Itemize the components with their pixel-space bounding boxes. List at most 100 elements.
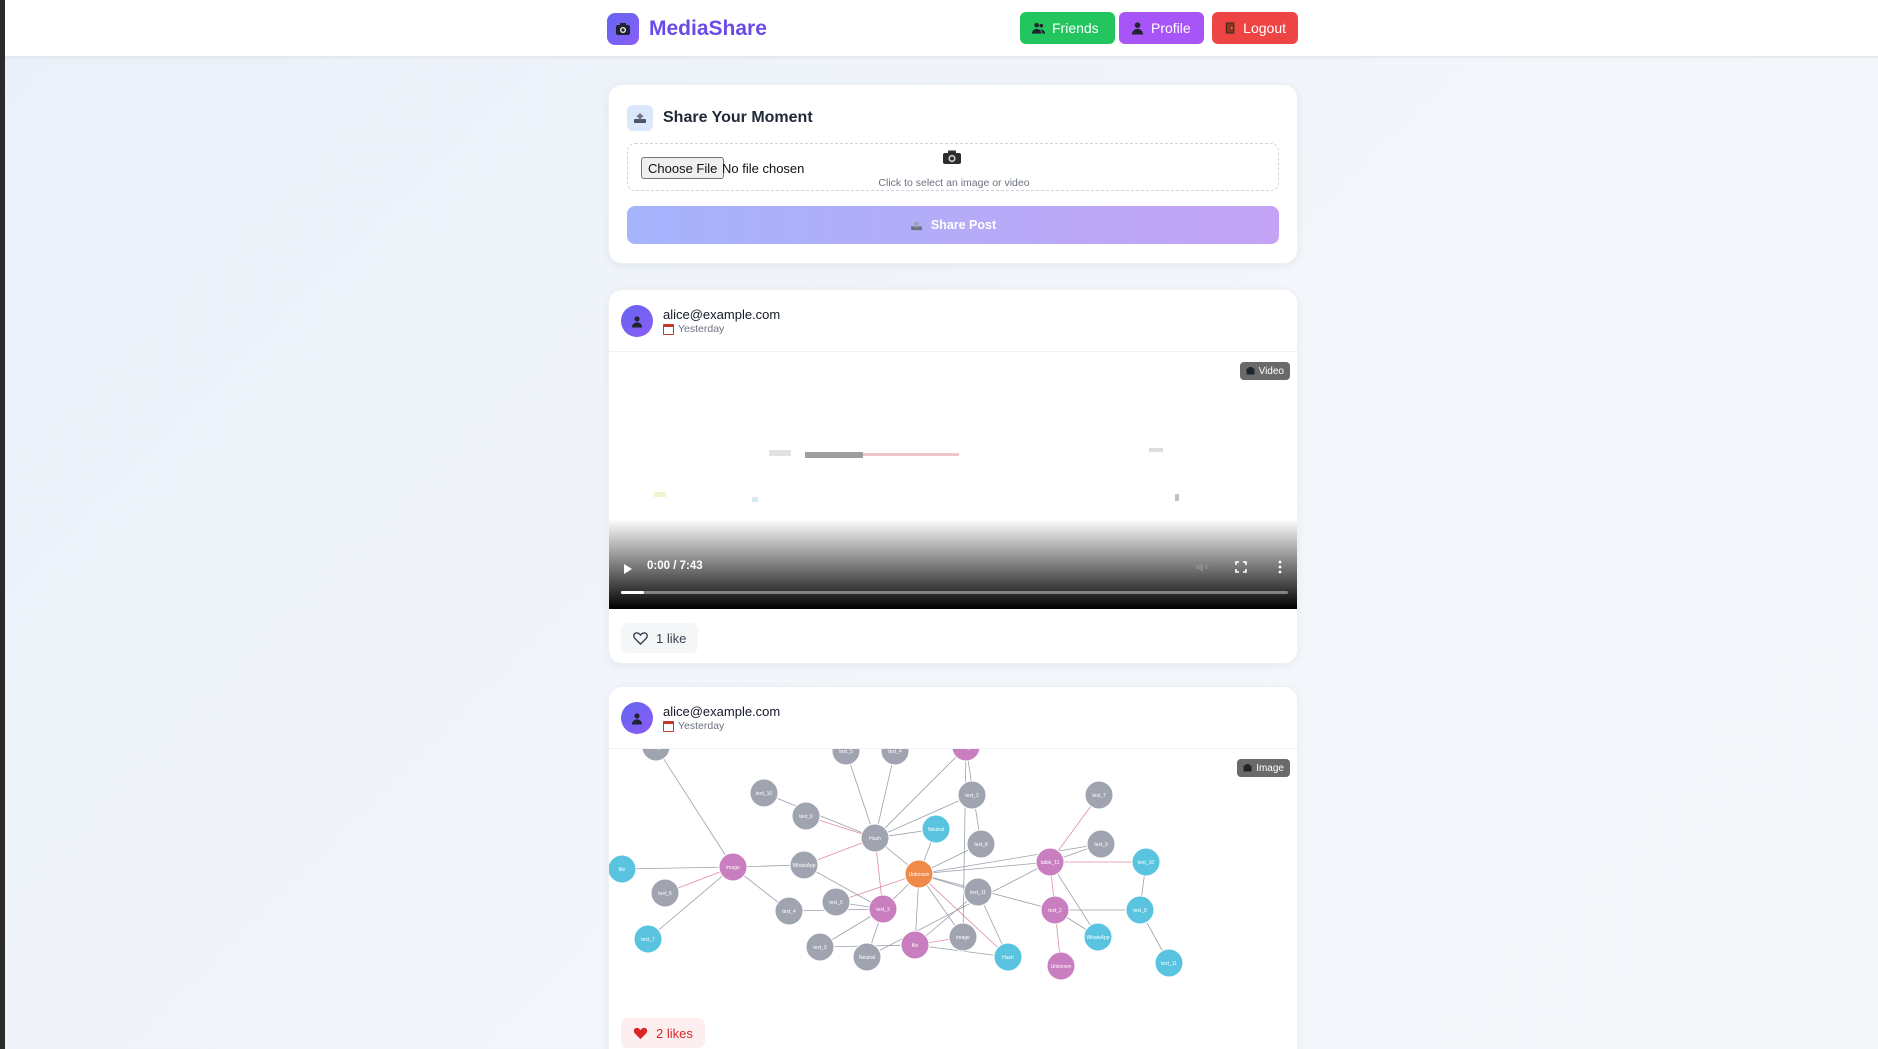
graph-node-label: file bbox=[619, 867, 626, 873]
post-card: alice@example.com Yesterday table_11text… bbox=[608, 686, 1298, 1049]
calendar-icon bbox=[663, 720, 674, 732]
graph-node-label: text_8 bbox=[974, 842, 988, 848]
graph-node-label: Neutral bbox=[928, 827, 944, 833]
graph-edge bbox=[962, 749, 967, 938]
like-button[interactable]: 1 like bbox=[621, 623, 699, 653]
post-card: alice@example.com Yesterday Video 0:00 /… bbox=[608, 289, 1298, 664]
share-post-button[interactable]: Share Post bbox=[627, 206, 1279, 244]
choose-file-button[interactable]: Choose File bbox=[641, 157, 725, 179]
video-camera-icon bbox=[1246, 367, 1255, 375]
graph-node-label: text_4 bbox=[888, 749, 902, 755]
image-camera-icon bbox=[1243, 764, 1252, 772]
graph-node-label: text_7 bbox=[641, 937, 655, 943]
graph-node-label: text_10 bbox=[1138, 860, 1155, 866]
graph-edge bbox=[621, 866, 734, 870]
graph-node-label: text_9 bbox=[813, 945, 827, 951]
profile-icon bbox=[1131, 22, 1144, 35]
avatar[interactable] bbox=[621, 305, 653, 337]
graph-node-label: image bbox=[956, 935, 970, 941]
file-dropzone[interactable]: Choose File No file chosen Click to sele… bbox=[627, 143, 1279, 191]
user-icon bbox=[631, 712, 643, 724]
like-count: 2 likes bbox=[656, 1025, 693, 1041]
file-status: No file chosen bbox=[722, 161, 805, 176]
upload-icon bbox=[627, 105, 653, 131]
post-author[interactable]: alice@example.com bbox=[663, 704, 780, 719]
graph-node-label: Hash bbox=[869, 836, 881, 842]
media-type-label: Image bbox=[1256, 762, 1284, 774]
video-time: 0:00 / 7:43 bbox=[647, 560, 703, 572]
user-icon bbox=[631, 315, 643, 327]
graph-node-label: text_11 bbox=[1161, 961, 1177, 967]
post-header: alice@example.com Yesterday bbox=[621, 702, 780, 734]
upload-title: Share Your Moment bbox=[663, 109, 813, 126]
upload-icon bbox=[910, 220, 922, 230]
graph-node-label: text_8 bbox=[1133, 908, 1147, 914]
graph-node-label: image bbox=[726, 865, 740, 871]
graph-node-label: Neutral bbox=[859, 955, 875, 961]
profile-button[interactable]: Profile bbox=[1119, 12, 1204, 44]
play-icon[interactable] bbox=[624, 564, 632, 574]
post-time-label: Yesterday bbox=[678, 720, 725, 732]
more-options-icon[interactable] bbox=[1278, 560, 1282, 574]
video-progress-fill bbox=[621, 591, 644, 594]
camera-logo-icon bbox=[607, 13, 639, 45]
graph-node-label: Unknown bbox=[1051, 964, 1072, 970]
graph-node-label: text_3 bbox=[876, 907, 890, 913]
media-type-label: Video bbox=[1258, 365, 1284, 377]
profile-label: Profile bbox=[1151, 20, 1191, 36]
post-time-label: Yesterday bbox=[678, 323, 725, 335]
top-navbar: MediaShare Friends Profile Logout bbox=[5, 0, 1878, 57]
graph-node-label: table_11 bbox=[647, 749, 666, 751]
share-post-label: Share Post bbox=[930, 218, 997, 232]
like-button[interactable]: 2 likes bbox=[621, 1018, 705, 1048]
mute-icon[interactable] bbox=[1195, 561, 1209, 573]
graph-node-label: Hash bbox=[1002, 955, 1014, 961]
friends-button[interactable]: Friends bbox=[1020, 12, 1115, 44]
heart-filled-icon bbox=[633, 1027, 648, 1039]
graph-node-label: WhatsApp bbox=[1086, 935, 1109, 941]
graph-node-label: text_10 bbox=[756, 791, 773, 797]
dropzone-hint: Click to select an image or video bbox=[878, 177, 1030, 189]
post-header: alice@example.com Yesterday bbox=[621, 305, 780, 337]
graph-node-label: WhatsApp bbox=[792, 863, 815, 869]
video-progress-bar[interactable] bbox=[621, 591, 1288, 594]
upload-header: Share Your Moment bbox=[627, 105, 813, 131]
graph-image: table_11text_10text_6text_5text_4text_3t… bbox=[609, 749, 1184, 981]
logout-label: Logout bbox=[1243, 20, 1286, 36]
friends-icon bbox=[1032, 22, 1045, 34]
graph-node-label: text_6 bbox=[658, 891, 672, 897]
brand[interactable]: MediaShare bbox=[607, 13, 767, 45]
graph-node-label: text_2 bbox=[965, 793, 979, 799]
calendar-icon bbox=[663, 323, 674, 335]
heart-outline-icon bbox=[633, 631, 648, 645]
brand-name: MediaShare bbox=[649, 17, 767, 40]
graph-node-label: text_5 bbox=[829, 900, 843, 906]
camera-icon bbox=[943, 150, 961, 164]
graph-node-label: text_9 bbox=[1094, 842, 1108, 848]
media-type-badge: Image bbox=[1237, 759, 1290, 777]
fullscreen-icon[interactable] bbox=[1235, 561, 1247, 573]
upload-card: Share Your Moment Choose File No file ch… bbox=[608, 84, 1298, 264]
post-author[interactable]: alice@example.com bbox=[663, 307, 780, 322]
graph-node-label: text_11 bbox=[970, 890, 986, 896]
media-type-badge: Video bbox=[1239, 362, 1290, 380]
window-edge bbox=[0, 0, 5, 1049]
logout-button[interactable]: Logout bbox=[1212, 12, 1298, 44]
graph-edge bbox=[918, 843, 1102, 875]
graph-edge bbox=[656, 749, 734, 868]
graph-node-label: text_4 bbox=[782, 909, 796, 915]
like-count: 1 like bbox=[656, 630, 687, 646]
graph-node-label: Unknown bbox=[909, 872, 930, 878]
graph-node-label: text_6 bbox=[799, 814, 813, 820]
graph-node-label: text_7 bbox=[1092, 793, 1106, 799]
door-icon bbox=[1225, 22, 1235, 34]
graph-node-label: text_3 bbox=[959, 749, 973, 751]
friends-label: Friends bbox=[1052, 20, 1099, 36]
graph-node-label: file bbox=[912, 943, 919, 949]
video-player[interactable]: Video 0:00 / 7:43 bbox=[609, 352, 1297, 609]
post-image[interactable]: table_11text_10text_6text_5text_4text_3t… bbox=[609, 749, 1297, 1005]
avatar[interactable] bbox=[621, 702, 653, 734]
graph-node-label: text_5 bbox=[839, 749, 853, 755]
post-timestamp: Yesterday bbox=[663, 323, 780, 335]
post-timestamp: Yesterday bbox=[663, 720, 780, 732]
